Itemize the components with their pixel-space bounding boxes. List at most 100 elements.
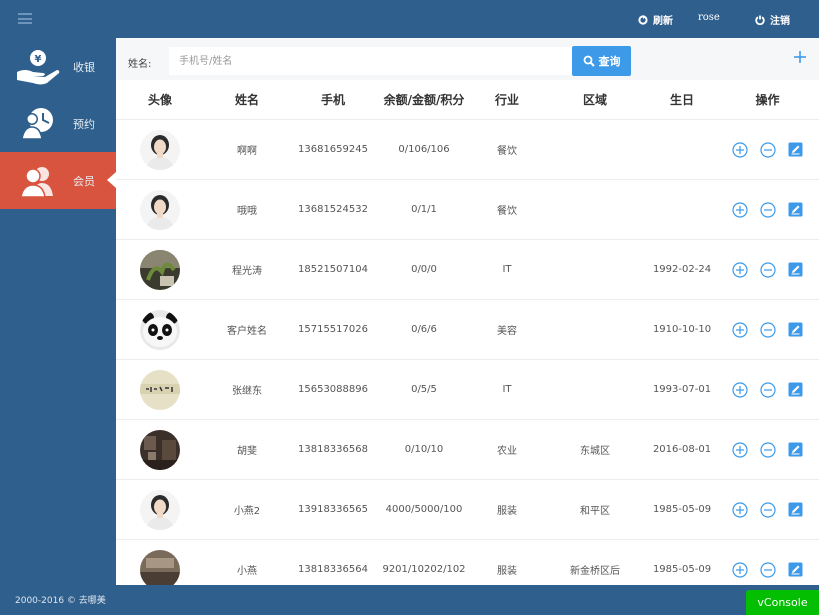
- cell-birthday: 1910-10-10: [652, 324, 712, 335]
- logout-button[interactable]: 注销: [755, 12, 790, 27]
- cell-area: 和平区: [580, 506, 610, 517]
- search-input[interactable]: [169, 47, 572, 75]
- avatar: [140, 129, 180, 170]
- row-actions: [716, 261, 819, 278]
- edit-member-button[interactable]: [788, 262, 804, 278]
- plus-circle-icon: [731, 561, 748, 578]
- avatar: [140, 429, 180, 470]
- deduct-balance-button[interactable]: [759, 201, 776, 218]
- add-balance-button[interactable]: [731, 501, 748, 518]
- search-button-label: 查询: [598, 55, 621, 68]
- search-icon: [583, 55, 595, 67]
- avatar: [140, 249, 180, 290]
- edit-member-button[interactable]: [788, 142, 804, 158]
- minus-circle-icon: [759, 561, 776, 578]
- add-balance-button[interactable]: [731, 321, 748, 338]
- add-member-button[interactable]: [792, 49, 808, 65]
- appointment-icon: [14, 104, 62, 144]
- refresh-button[interactable]: 刷新: [638, 12, 673, 27]
- cell-phone: 13681524532: [298, 204, 368, 215]
- sidebar-item-appointment[interactable]: 预约: [0, 95, 116, 152]
- cell-phone: 13818336564: [298, 564, 368, 575]
- search-bar: 姓名: 查询: [116, 38, 819, 80]
- cell-name: 程光涛: [232, 266, 262, 277]
- minus-circle-icon: [759, 201, 776, 218]
- cell-phone: 15653088896: [298, 384, 368, 395]
- header-birthday: 生日: [669, 93, 694, 107]
- cell-name: 客户姓名: [227, 326, 267, 337]
- cell-birthday: 2016-08-01: [652, 444, 712, 455]
- top-bar: 刷新 rose 注销: [0, 0, 819, 38]
- cell-industry: IT: [502, 384, 512, 395]
- cell-industry: 餐饮: [497, 146, 517, 157]
- edit-icon: [788, 322, 803, 337]
- deduct-balance-button[interactable]: [759, 141, 776, 158]
- edit-icon: [788, 262, 803, 277]
- table-row: 小燕2 13918336565 4000/5000/100 服装 和平区 1985-05-…: [116, 480, 819, 540]
- edit-member-button[interactable]: [788, 382, 804, 398]
- cell-name: 小燕2: [233, 506, 261, 517]
- username: rose: [698, 12, 720, 23]
- minus-circle-icon: [759, 261, 776, 278]
- row-actions: [716, 201, 819, 218]
- plus-circle-icon: [731, 501, 748, 518]
- deduct-balance-button[interactable]: [759, 561, 776, 578]
- sidebar-item-label: 预约: [73, 117, 95, 131]
- cell-name: 胡斐: [237, 446, 257, 457]
- row-actions: [716, 501, 819, 518]
- plus-circle-icon: [731, 441, 748, 458]
- table-row: 哦哦 13681524532 0/1/1 餐饮: [116, 180, 819, 240]
- add-balance-button[interactable]: [731, 201, 748, 218]
- cell-phone: 13681659245: [298, 144, 368, 155]
- plus-circle-icon: [731, 201, 748, 218]
- deduct-balance-button[interactable]: [759, 321, 776, 338]
- cell-area: 新金桥区后: [570, 566, 620, 577]
- edit-member-button[interactable]: [788, 502, 804, 518]
- edit-member-button[interactable]: [788, 202, 804, 218]
- sidebar-item-cashier[interactable]: ¥ 收银: [0, 38, 116, 95]
- search-button[interactable]: 查询: [572, 46, 631, 76]
- row-actions: [716, 441, 819, 458]
- minus-circle-icon: [759, 141, 776, 158]
- refresh-label: 刷新: [653, 16, 673, 27]
- minus-circle-icon: [759, 321, 776, 338]
- plus-circle-icon: [731, 261, 748, 278]
- edit-member-button[interactable]: [788, 322, 804, 338]
- table-body: 啊啊 13681659245 0/106/106 餐饮 哦哦 13681524532 0/1…: [116, 120, 819, 585]
- add-balance-button[interactable]: [731, 141, 748, 158]
- deduct-balance-button[interactable]: [759, 381, 776, 398]
- edit-member-button[interactable]: [788, 562, 804, 578]
- cell-balance: 0/10/10: [404, 444, 444, 455]
- cell-name: 啊啊: [237, 146, 257, 157]
- cell-phone: 13818336568: [298, 444, 368, 455]
- cell-industry: 餐饮: [497, 206, 517, 217]
- cell-balance: 4000/5000/100: [385, 504, 463, 515]
- edit-member-button[interactable]: [788, 442, 804, 458]
- table-row: 客户姓名 15715517026 0/6/6 美容 1910-10-10: [116, 300, 819, 360]
- add-balance-button[interactable]: [731, 261, 748, 278]
- cell-phone: 18521507104: [298, 264, 368, 275]
- menu-icon[interactable]: [18, 13, 32, 24]
- table-row: 胡斐 13818336568 0/10/10 农业 东城区 2016-08-01: [116, 420, 819, 480]
- avatar: [140, 189, 180, 230]
- add-balance-button[interactable]: [731, 561, 748, 578]
- logout-label: 注销: [770, 16, 790, 27]
- deduct-balance-button[interactable]: [759, 261, 776, 278]
- deduct-balance-button[interactable]: [759, 441, 776, 458]
- cell-area: 东城区: [580, 446, 610, 457]
- sidebar-item-members[interactable]: 会员: [0, 152, 116, 209]
- add-balance-button[interactable]: [731, 381, 748, 398]
- cell-balance: 9201/10202/102: [382, 564, 466, 575]
- row-actions: [716, 141, 819, 158]
- cell-name: 小燕: [237, 566, 257, 577]
- cell-industry: 服装: [497, 566, 517, 577]
- power-icon: [755, 15, 765, 25]
- row-actions: [716, 321, 819, 338]
- cell-birthday: 1992-02-24: [652, 264, 712, 275]
- vconsole-button[interactable]: vConsole: [746, 590, 819, 615]
- avatar: [140, 489, 180, 530]
- deduct-balance-button[interactable]: [759, 501, 776, 518]
- members-icon: [14, 161, 62, 201]
- cell-balance: 0/0/0: [411, 264, 437, 275]
- add-balance-button[interactable]: [731, 441, 748, 458]
